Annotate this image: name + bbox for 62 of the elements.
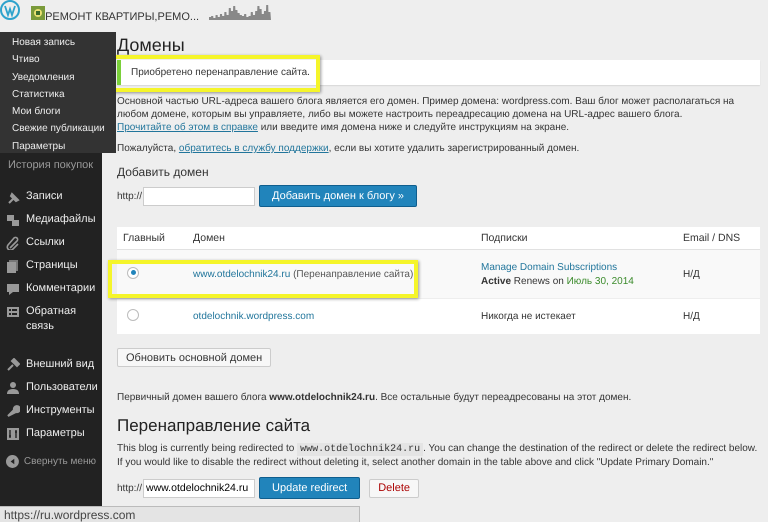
menu-item[interactable]: Уведомления [0,68,116,86]
update-redirect-button[interactable]: Update redirect [259,477,360,499]
manage-subscriptions-link[interactable]: Manage Domain Subscriptions [481,262,671,272]
sidebar-item[interactable]: Инструменты [0,399,102,422]
section-label: Добавить домен [117,165,210,179]
description-text: Основной частью URL-адреса вашего блога является его домен. Пример домена: wordpress.com. Ваш блог может располагаться на любом домене, которым вы управляете, либо вы можете настроить переадресацию домена на URL-адрес вашего блога. Прочитайте об этом в справке или введите имя домена ниже и следуйте инструкциям на экране. [117,95,736,134]
wrench-icon [6,404,20,418]
sliders-icon [6,427,20,441]
sidebar-item[interactable]: Пользователи [0,376,102,399]
person-icon [6,381,20,395]
sidebar-item[interactable]: Параметры [0,422,102,445]
domain-link[interactable]: otdelochnik.wordpress.com [193,311,314,322]
collapse-menu-button[interactable]: Свернуть меню [0,445,102,478]
menu-item[interactable]: Параметры [0,138,116,156]
menu-item[interactable]: Чтиво [0,51,116,69]
menu-item[interactable]: Свежие публикации [0,120,116,138]
menu-item[interactable]: Мои блоги [0,103,116,120]
speech-bubble-icon [6,282,20,296]
email-dns-cell: Н/Д [677,250,760,298]
primary-domain-text: Первичный домен вашего блога www.otdelochnik24.ru. Все остальные будут переадресованы на этот домен. [117,391,632,404]
sidebar-item[interactable]: Записи [0,185,102,208]
update-primary-domain-button[interactable]: Обновить основной домен [117,348,272,367]
site-icon [31,6,46,20]
sidebar-item[interactable]: Медиафайлы [0,208,102,231]
sidebar-item[interactable]: Ссылки [0,231,102,254]
add-domain-button[interactable]: Добавить домен к блогу » [259,185,418,207]
domain-link[interactable]: www.otdelochnik24.ru [193,268,290,280]
redirect-input-field[interactable]: www.otdelochnik24.ru [143,478,256,498]
help-link[interactable]: Прочитайте об этом в справке [117,122,258,133]
success-notice: Приобретено перенаправление сайта. [117,60,760,85]
stats-sparkline-drawing[interactable] [209,2,272,20]
subscription-text: Никогда не истекает [481,311,576,322]
section-title: Перенаправление сайта [117,416,310,436]
media-icon [6,213,20,227]
paintbrush-icon [6,358,20,372]
sidebar-item[interactable]: Внешний вид [0,353,102,376]
sidebar-item[interactable]: Обратная связь [0,300,76,338]
url-prefix: http:// [117,482,142,494]
primary-domain-radio[interactable] [127,266,139,278]
primary-domain-radio[interactable] [127,309,139,321]
description-text: Пожалуйста, обратитесь в службу поддержки, если вы хотите удалить зарегистрированный домен. [117,142,580,155]
wordpress-logo-icon[interactable] [0,0,20,20]
sidebar-item[interactable]: Комментарии [0,277,102,300]
delete-button[interactable]: Delete [369,478,420,498]
renewal-status: Active Renews on Июль 30, 2014 [481,276,634,286]
status-url: https://ru.wordpress.com [4,508,136,522]
chain-link-icon [6,236,20,250]
domain-input-field[interactable] [143,186,256,206]
support-link[interactable]: обратитесь в службу поддержки [178,143,329,154]
domain-note: (Перенаправление сайта) [293,268,414,280]
page-title: Домены [117,35,185,57]
form-icon [6,305,20,319]
email-dns-cell: Н/Д [677,298,760,334]
menu-item[interactable]: Новая запись [0,34,116,52]
redirect-description: This blog is currently being redirected to www.otdelochnik24.ru . You can change the destination of the redirect or delete the redirect below. If you would like to disable the redirect without deleting it, select another domain in the table above and click "Update Primary Domain." [117,442,758,469]
pushpin-icon [6,190,20,204]
sidebar-item[interactable]: История покупок [0,155,102,185]
url-prefix: http:// [117,190,142,202]
menu-item[interactable]: Статистика [0,86,116,104]
site-name[interactable]: РЕМОНТ КВАРТИРЫ,РЕМО... [45,11,200,23]
sidebar-item[interactable]: Страницы [0,254,102,277]
pages-icon [6,259,20,273]
